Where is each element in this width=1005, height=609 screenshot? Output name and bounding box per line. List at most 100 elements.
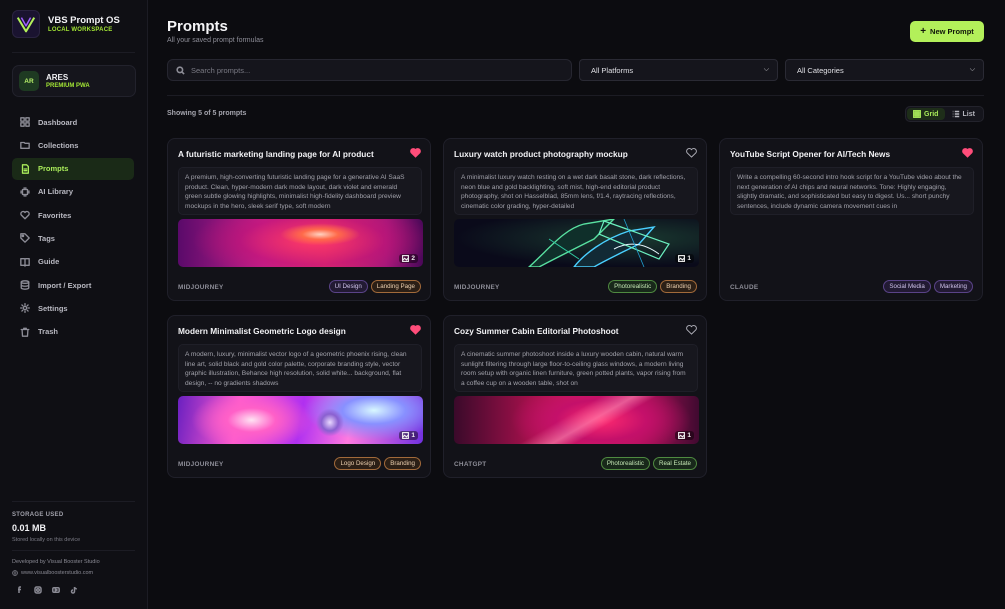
tag-chip[interactable]: Marketing [933, 280, 973, 293]
card-platform: MIDJOURNEY [178, 284, 224, 291]
favorite-outline-icon[interactable] [686, 325, 697, 335]
social-links [15, 585, 78, 594]
category-select-value: All Categories [797, 65, 844, 75]
prompt-card[interactable]: A futuristic marketing landing page for … [167, 138, 431, 301]
card-title: A futuristic marketing landing page for … [178, 149, 374, 159]
prompt-card[interactable]: YouTube Script Opener for AI/Tech News W… [719, 138, 983, 301]
sidebar-divider [12, 550, 135, 551]
card-tags: Photorealistic Branding [608, 280, 697, 293]
card-preview-image[interactable]: 1 [178, 396, 423, 444]
sidebar-item-trash[interactable]: Trash [12, 321, 134, 343]
filters-divider [167, 95, 984, 96]
search-input[interactable] [191, 65, 551, 75]
image-count-badge: 1 [675, 254, 694, 263]
card-preview-image[interactable]: 1 [454, 219, 699, 267]
plus-icon: + [920, 25, 927, 37]
card-description: Write a compelling 60-second intro hook … [730, 167, 974, 215]
card-description: A modern, luxury, minimalist vector logo… [178, 344, 422, 392]
user-plan: PREMIUM PWA [46, 83, 90, 89]
book-icon [20, 257, 30, 267]
sidebar-item-collections[interactable]: Collections [12, 134, 134, 156]
card-description: A cinematic summer photoshoot inside a l… [454, 344, 698, 392]
card-preview-image[interactable]: 2 [178, 219, 423, 267]
tag-chip[interactable]: Logo Design [334, 457, 382, 470]
image-count: 1 [687, 432, 691, 439]
favorite-filled-icon[interactable] [410, 325, 421, 335]
tag-chip[interactable]: Photorealistic [600, 457, 650, 470]
sidebar-item-label: AI Library [38, 187, 74, 197]
card-preview-image[interactable]: 1 [454, 396, 699, 444]
tag-chip[interactable]: Real Estate [653, 457, 697, 470]
new-prompt-button[interactable]: + New Prompt [910, 21, 984, 42]
sidebar-item-guide[interactable]: Guide [12, 251, 134, 273]
folder-icon [20, 142, 30, 150]
new-prompt-label: New Prompt [930, 27, 974, 36]
developer-site-link[interactable]: www.visualboosterstudio.com [12, 570, 100, 576]
card-title: Luxury watch product photography mockup [454, 149, 628, 159]
sidebar-item-prompts[interactable]: Prompts [12, 157, 134, 180]
avatar: AR [19, 71, 39, 91]
image-count-badge: 1 [675, 431, 694, 440]
sidebar-item-favorites[interactable]: Favorites [12, 204, 134, 226]
sidebar-item-label: Dashboard [38, 117, 78, 127]
app-name: VBS Prompt OS [48, 15, 120, 26]
platform-select-value: All Platforms [591, 65, 634, 75]
card-description: A minimalist luxury watch resting on a w… [454, 167, 698, 215]
database-icon [20, 280, 30, 290]
watch-art [527, 219, 670, 267]
sidebar-divider [12, 501, 135, 502]
card-description: A premium, high-converting futuristic la… [178, 167, 422, 215]
tiktok-icon[interactable] [69, 585, 78, 594]
page-title: Prompts [167, 18, 228, 35]
chevron-down-icon: ⌵ [763, 66, 769, 73]
grid-view-label: Grid [924, 110, 939, 118]
card-title: Cozy Summer Cabin Editorial Photoshoot [454, 326, 619, 336]
sidebar-item-label: Import / Export [38, 280, 92, 290]
favorite-filled-icon[interactable] [962, 148, 973, 158]
sidebar-item-ai-library[interactable]: AI Library [12, 181, 134, 203]
results-count: Showing 5 of 5 prompts [167, 110, 247, 117]
favorite-outline-icon[interactable] [686, 148, 697, 158]
grid-view-button[interactable]: Grid [907, 108, 945, 120]
prompt-card[interactable]: Cozy Summer Cabin Editorial Photoshoot A… [443, 315, 707, 478]
youtube-icon[interactable] [51, 585, 60, 594]
tag-chip[interactable]: Branding [384, 457, 421, 470]
card-tags: UI Design Landing Page [328, 280, 421, 293]
sidebar-divider [12, 52, 135, 53]
trash-icon [20, 327, 30, 337]
image-count-badge: 1 [399, 431, 418, 440]
sidebar-item-tags[interactable]: Tags [12, 227, 134, 249]
developer-site: www.visualboosterstudio.com [21, 570, 94, 576]
sidebar-nav: Dashboard Collections Prompts AI Library… [12, 111, 134, 344]
sidebar-item-label: Trash [38, 327, 59, 337]
storage-panel: STORAGE USED 0.01 MB Stored locally on t… [12, 512, 80, 543]
sidebar-item-label: Favorites [38, 210, 72, 220]
image-count: 1 [687, 255, 691, 262]
globe-icon [12, 570, 18, 576]
brand[interactable]: VBS Prompt OS LOCAL WORKSPACE [12, 10, 120, 38]
facebook-icon[interactable] [15, 585, 24, 594]
platform-select[interactable]: All Platforms ⌵ [579, 59, 778, 81]
favorite-filled-icon[interactable] [410, 148, 421, 158]
instagram-icon[interactable] [33, 585, 42, 594]
category-select[interactable]: All Categories ⌵ [785, 59, 984, 81]
tag-chip[interactable]: Social Media [883, 280, 931, 293]
page-subtitle: All your saved prompt formulas [167, 37, 264, 44]
tag-chip[interactable]: Landing Page [370, 280, 421, 293]
tag-chip[interactable]: Photorealistic [608, 280, 658, 293]
sidebar-item-dashboard[interactable]: Dashboard [12, 111, 134, 133]
card-title: YouTube Script Opener for AI/Tech News [730, 149, 891, 159]
user-card[interactable]: AR ARES PREMIUM PWA [12, 65, 136, 97]
list-view-button[interactable]: List [945, 108, 983, 120]
search-box[interactable] [167, 59, 572, 81]
sidebar-item-import-export[interactable]: Import / Export [12, 274, 134, 296]
sidebar-item-settings[interactable]: Settings [12, 297, 134, 319]
tag-chip[interactable]: Branding [660, 280, 697, 293]
tag-chip[interactable]: UI Design [328, 280, 368, 293]
prompt-card[interactable]: Luxury watch product photography mockup … [443, 138, 707, 301]
sidebar-item-label: Collections [38, 140, 79, 150]
storage-label: STORAGE USED [12, 512, 64, 518]
sidebar-item-label: Tags [38, 233, 55, 243]
prompt-card[interactable]: Modern Minimalist Geometric Logo design … [167, 315, 431, 478]
storage-sub: Stored locally on this device [12, 537, 81, 543]
